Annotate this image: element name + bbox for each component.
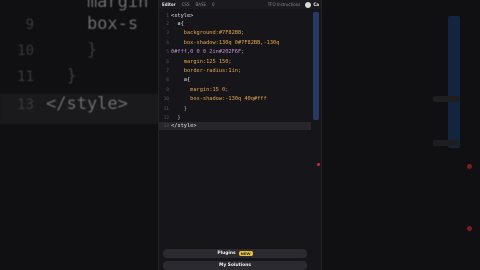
bg-dot	[467, 164, 472, 169]
instructions-link[interactable]: TFO Instructions	[265, 2, 304, 7]
code-line: 7 border-radius:1in;	[166, 68, 242, 74]
bg-scrollbar	[448, 16, 460, 148]
tab-count[interactable]: 0	[209, 2, 218, 7]
phone-frame: Editor CSS BASE 0 TFO Instructions Ca 1 <…	[158, 0, 322, 270]
save-button[interactable]: Ca	[313, 2, 321, 7]
bg-button	[433, 140, 459, 146]
code-line: 11 }	[163, 106, 187, 112]
my-solutions-button[interactable]: My Solutions	[163, 261, 307, 270]
code-line: 4 box-shadow:130q 0#7F82BB,-130q	[166, 40, 280, 46]
editor-scrollbar[interactable]	[313, 12, 319, 120]
tab-base[interactable]: BASE	[192, 2, 209, 7]
code-line: 6 margin:125 150;	[166, 59, 232, 65]
code-line: 2 a{	[166, 21, 184, 27]
top-bar: Editor CSS BASE 0 TFO Instructions Ca	[159, 0, 321, 9]
error-marker-icon	[317, 163, 320, 166]
plugins-label: Plugins	[217, 251, 236, 256]
code-line: 9 margin:15 0;	[166, 87, 229, 93]
my-solutions-label: My Solutions	[219, 263, 251, 268]
code-line: 5 0#fff,0 0 0 2in#202F6F;	[166, 49, 245, 55]
plugins-button[interactable]: Plugins NEW	[163, 249, 307, 258]
tab-css[interactable]: CSS	[179, 2, 193, 7]
code-line: 1 <style>	[166, 13, 194, 19]
tab-editor[interactable]: Editor	[159, 2, 179, 7]
code-editor[interactable]: 1 <style> 2 a{ 3 background:#7F82BB; 4 bo…	[159, 9, 321, 249]
code-line: 10 box-shadow:-130q 40q#fff	[163, 96, 267, 102]
code-line: 8 a{	[166, 77, 191, 83]
new-badge: NEW	[238, 251, 253, 256]
code-line: 12 }	[163, 115, 181, 121]
bg-button	[433, 96, 459, 102]
code-line: 3 background:#7F82BB;	[166, 30, 245, 36]
bg-line: 13 </style>	[0, 94, 160, 124]
bg-dot	[467, 226, 472, 231]
code-line-active: 13 </style>	[159, 122, 311, 130]
settings-icon[interactable]	[305, 1, 312, 8]
